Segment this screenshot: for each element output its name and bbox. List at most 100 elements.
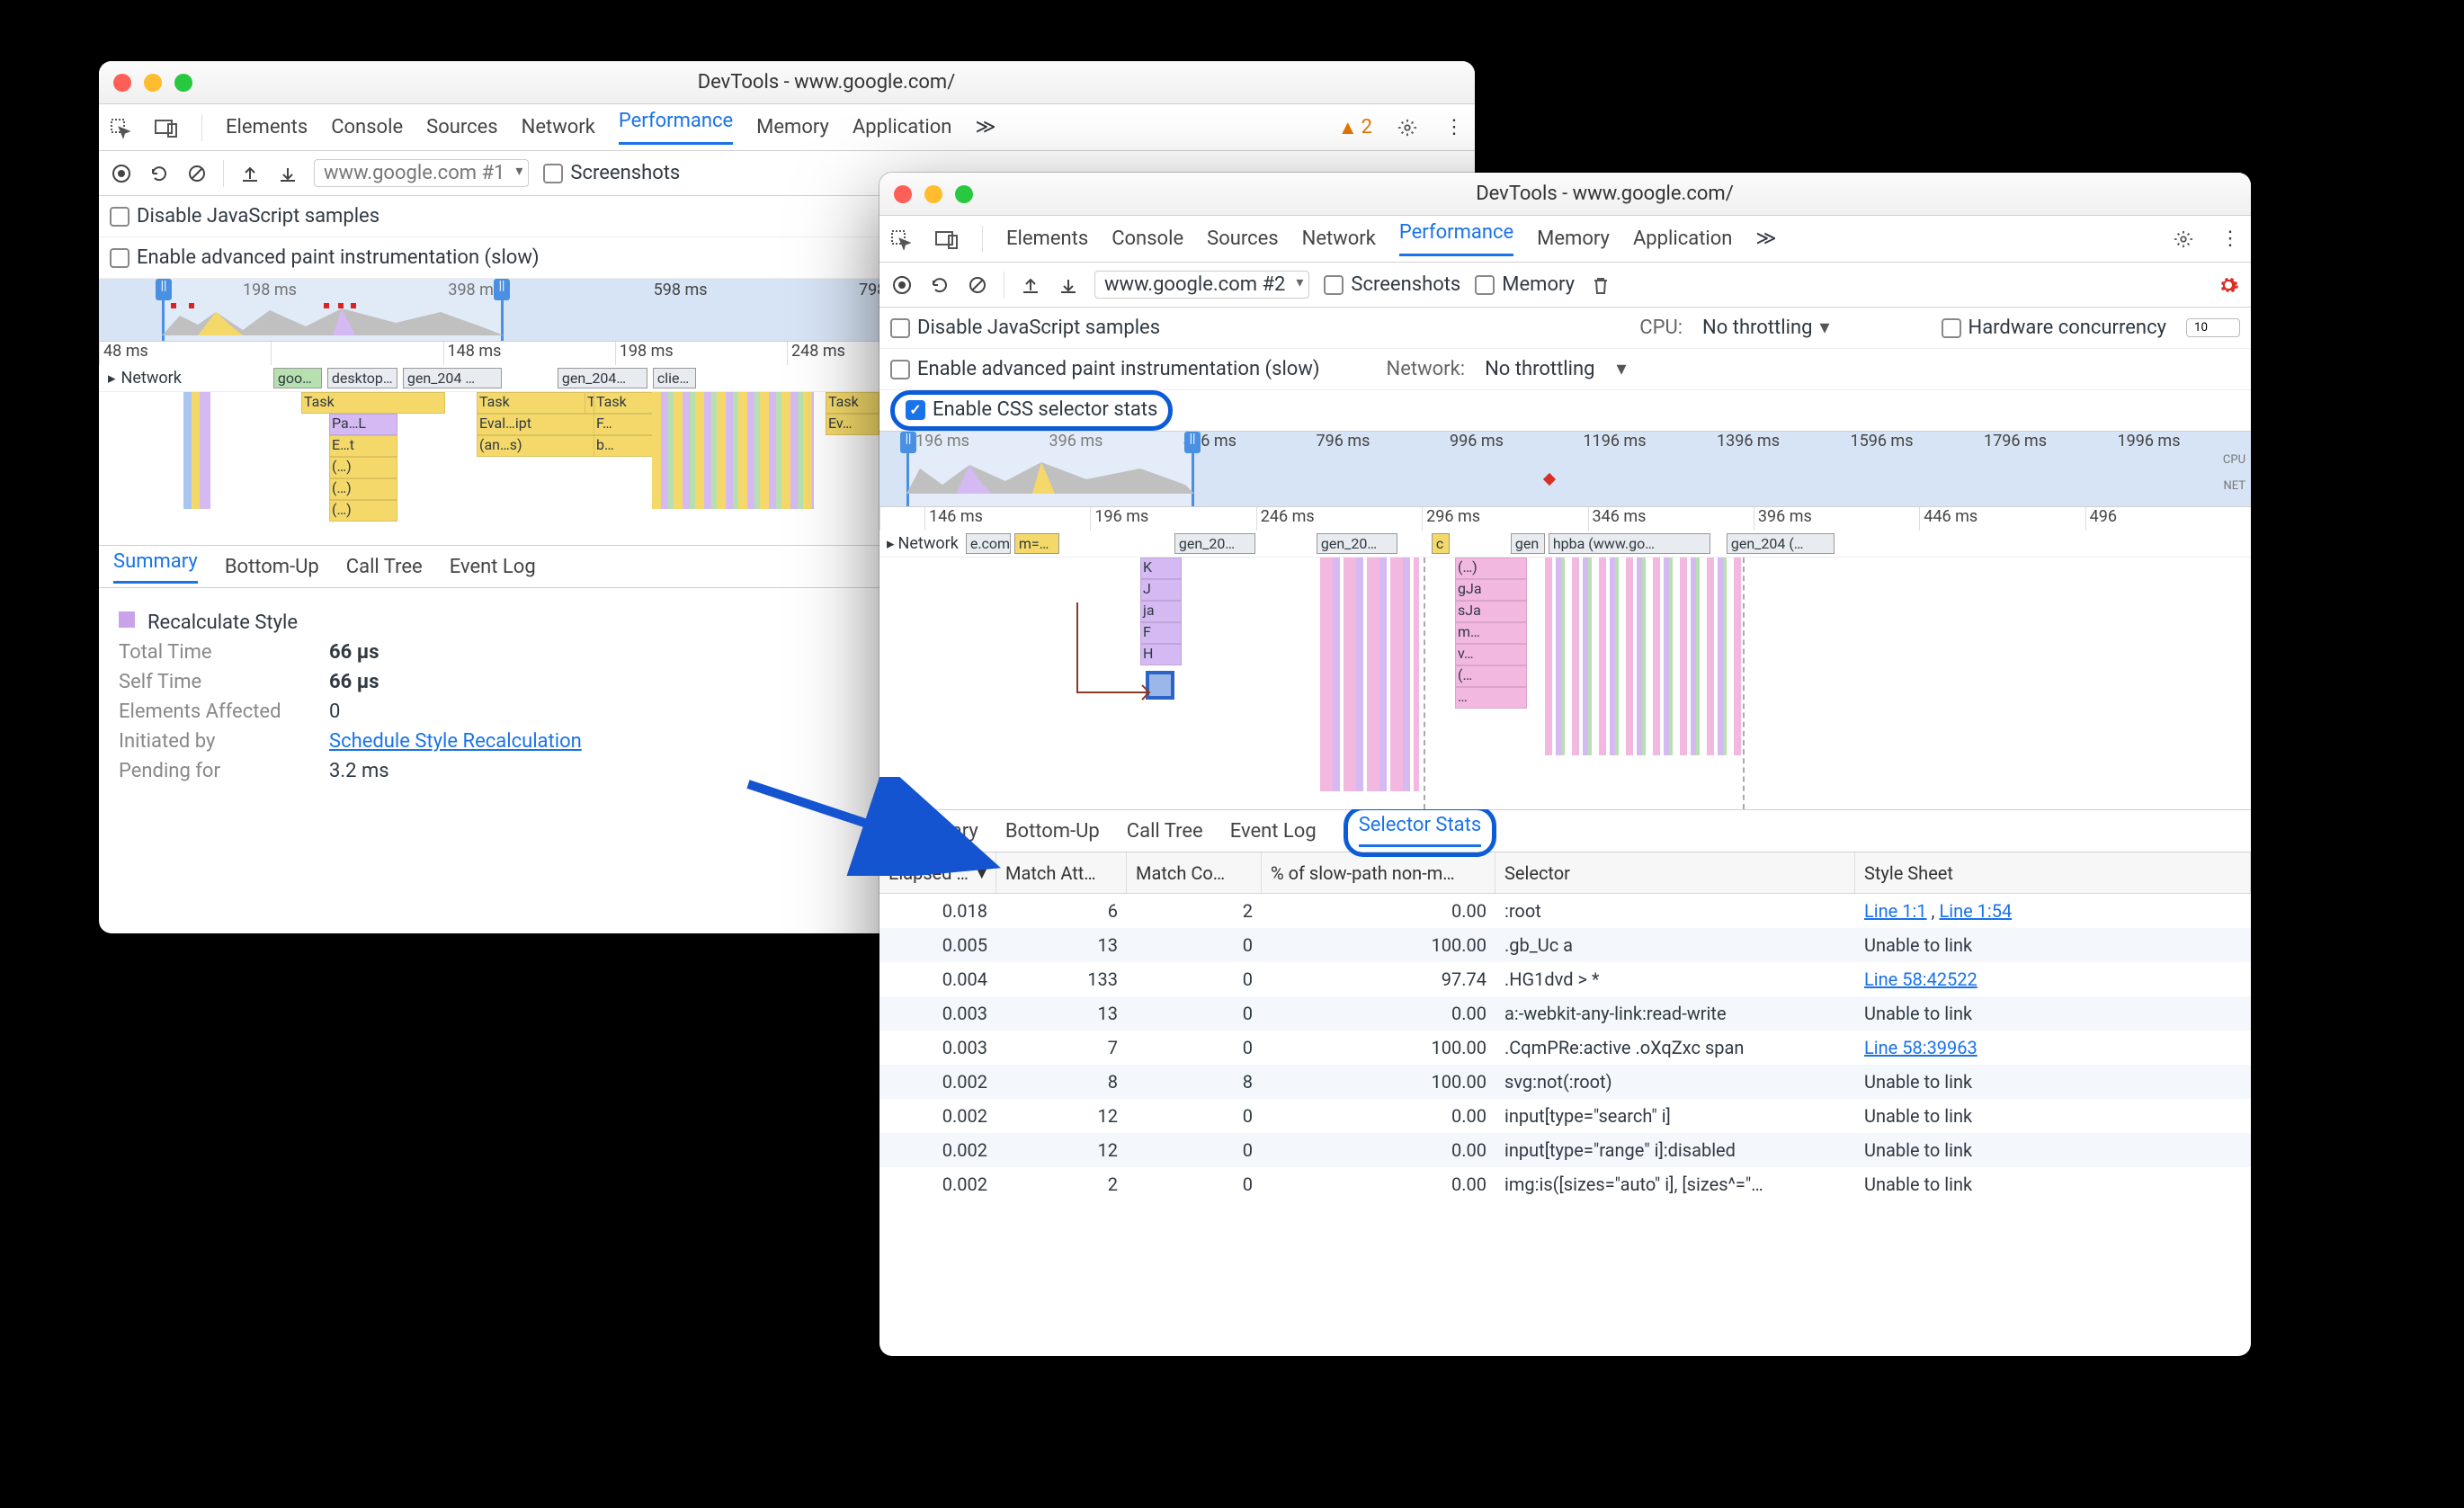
overview-timeline[interactable]: 196 ms 396 ms 596 ms 796 ms 996 ms 1196 … [879, 432, 2251, 507]
download-icon[interactable] [1057, 273, 1080, 297]
download-icon[interactable] [276, 162, 299, 185]
table-row[interactable]: 0.0021200.00input[type="range" i]:disabl… [879, 1133, 2251, 1167]
flame-block[interactable]: Task [301, 392, 445, 414]
flame-chart[interactable]: K J ja F H (…) gJa sJa m… v… (… … [879, 558, 2251, 809]
enable-css-selector-stats-highlight: Enable CSS selector stats [890, 390, 1173, 431]
selector-stats-header[interactable]: Elapsed … ▼ Match Att… Match Co… % of sl… [879, 852, 2251, 894]
tab-application[interactable]: Application [1633, 228, 1732, 250]
subtab-call-tree[interactable]: Call Tree [346, 556, 423, 578]
tab-elements[interactable]: Elements [226, 116, 308, 138]
tab-memory[interactable]: Memory [1537, 228, 1610, 250]
tab-sources[interactable]: Sources [1207, 228, 1279, 250]
table-row[interactable]: 0.0031300.00a:-webkit-any-link:read-writ… [879, 996, 2251, 1031]
gear-icon[interactable] [2217, 273, 2240, 297]
table-row[interactable]: 0.005130100.00.gb_Uc aUnable to link [879, 928, 2251, 962]
clear-icon[interactable] [966, 273, 989, 297]
more-tabs-icon[interactable]: ≫ [975, 116, 995, 138]
gc-icon[interactable] [1589, 273, 1612, 297]
network-throttle-select[interactable]: No throttling [1485, 358, 1626, 380]
subtab-call-tree[interactable]: Call Tree [1127, 820, 1203, 843]
subtab-summary[interactable]: Summary [113, 550, 198, 584]
adv-paint-checkbox[interactable]: Enable advanced paint instrumentation (s… [110, 246, 540, 269]
cpu-throttle-select[interactable]: No throttling [1702, 317, 1829, 339]
tab-memory[interactable]: Memory [756, 116, 829, 138]
reload-icon[interactable] [928, 273, 951, 297]
stylesheet-link[interactable]: Line 58:42522 [1864, 968, 1977, 990]
inspect-icon[interactable] [108, 116, 131, 139]
subtab-selector-stats[interactable]: Selector Stats [1359, 814, 1481, 847]
subtab-event-log[interactable]: Event Log [1230, 820, 1317, 843]
memory-checkbox[interactable]: Memory [1475, 273, 1575, 296]
tab-performance[interactable]: Performance [619, 110, 733, 145]
table-row[interactable]: 0.0021200.00input[type="search" i]Unable… [879, 1099, 2251, 1133]
tab-network[interactable]: Network [522, 116, 595, 138]
close-icon[interactable] [894, 185, 912, 203]
screenshots-checkbox[interactable]: Screenshots [1324, 273, 1460, 296]
reload-icon[interactable] [147, 162, 171, 185]
hw-concurrency-input[interactable] [2186, 318, 2240, 337]
titlebar[interactable]: DevTools - www.google.com/ [879, 173, 2251, 216]
subtab-bottom-up[interactable]: Bottom-Up [225, 556, 319, 578]
table-row[interactable]: 0.00370100.00.CqmPRe:active .oXqZxc span… [879, 1031, 2251, 1065]
device-icon[interactable] [935, 228, 959, 251]
perf-toolbar: www.google.com #2 Screenshots Memory [879, 263, 2251, 308]
maximize-icon[interactable] [174, 74, 192, 92]
network-track-label: Network [121, 369, 182, 388]
record-icon[interactable] [110, 162, 133, 185]
panel-tabs: Elements Console Sources Network Perform… [99, 104, 1475, 151]
hw-concurrency-checkbox[interactable]: Hardware concurrency [1942, 317, 2167, 339]
record-icon[interactable] [890, 273, 914, 297]
disable-js-checkbox[interactable]: Disable JavaScript samples [110, 205, 379, 228]
table-row[interactable]: 0.00288100.00svg:not(:root)Unable to lin… [879, 1065, 2251, 1099]
selector-stats-highlight: Selector Stats [1344, 806, 1496, 857]
inspect-icon[interactable] [888, 228, 912, 251]
disable-js-checkbox[interactable]: Disable JavaScript samples [890, 317, 1160, 339]
stylesheet-link[interactable]: Line 1:1 [1864, 900, 1927, 922]
maximize-icon[interactable] [955, 185, 973, 203]
adv-paint-checkbox[interactable]: Enable advanced paint instrumentation (s… [890, 358, 1320, 380]
network-track[interactable]: ▸Network e.com m=… gen_20… gen_20… c gen… [879, 531, 2251, 558]
clear-icon[interactable] [185, 162, 209, 185]
table-row[interactable]: 0.002200.00img:is([sizes="auto" i], [siz… [879, 1167, 2251, 1201]
device-icon[interactable] [155, 116, 178, 139]
warnings-badge[interactable]: 2 [1338, 116, 1372, 139]
minimize-icon[interactable] [924, 185, 942, 203]
screenshots-checkbox[interactable]: Screenshots [543, 162, 680, 184]
initiated-by-link[interactable]: Schedule Style Recalculation [329, 730, 582, 753]
tab-elements[interactable]: Elements [1006, 228, 1088, 250]
recording-select[interactable]: www.google.com #1 [314, 159, 529, 187]
kebab-icon[interactable]: ⋮ [2218, 228, 2242, 251]
tab-console[interactable]: Console [331, 116, 403, 138]
table-row[interactable]: 0.018620.00:rootLine 1:1 , Line 1:54 [879, 894, 2251, 928]
tab-network[interactable]: Network [1302, 228, 1376, 250]
panel-tabs: Elements Console Sources Network Perform… [879, 216, 2251, 263]
stylesheet-link[interactable]: Line 58:39963 [1864, 1037, 1977, 1058]
selector-stats-body[interactable]: 0.018620.00:rootLine 1:1 , Line 1:540.00… [879, 894, 2251, 1201]
enable-css-selector-stats-checkbox[interactable]: Enable CSS selector stats [906, 398, 1157, 421]
tab-sources[interactable]: Sources [426, 116, 498, 138]
close-icon[interactable] [113, 74, 131, 92]
titlebar[interactable]: DevTools - www.google.com/ [99, 61, 1475, 104]
subtab-bottom-up[interactable]: Bottom-Up [1005, 820, 1100, 843]
devtools-window-2: DevTools - www.google.com/ Elements Cons… [879, 173, 2251, 1356]
gear-icon[interactable] [2172, 228, 2195, 251]
table-row[interactable]: 0.004133097.74.HG1dvd > *Line 58:42522 [879, 962, 2251, 996]
gear-icon[interactable] [1396, 116, 1419, 139]
tab-console[interactable]: Console [1111, 228, 1183, 250]
recording-select[interactable]: www.google.com #2 [1094, 271, 1309, 299]
stylesheet-link[interactable]: Line 1:54 [1939, 900, 2012, 922]
swatch-icon [119, 611, 135, 628]
details-subtabs: Summary Bottom-Up Call Tree Event Log Se… [879, 809, 2251, 852]
summary-title: Recalculate Style [147, 611, 298, 634]
subtab-event-log[interactable]: Event Log [450, 556, 536, 578]
more-tabs-icon[interactable]: ≫ [1755, 228, 1776, 250]
kebab-icon[interactable]: ⋮ [1442, 116, 1466, 139]
window-title: DevTools - www.google.com/ [192, 71, 1460, 94]
tab-performance[interactable]: Performance [1399, 221, 1513, 256]
upload-icon[interactable] [1019, 273, 1042, 297]
minimize-icon[interactable] [144, 74, 162, 92]
upload-icon[interactable] [238, 162, 262, 185]
window-title: DevTools - www.google.com/ [973, 183, 2236, 205]
subtab-summary[interactable]: Summary [894, 820, 978, 843]
tab-application[interactable]: Application [853, 116, 951, 138]
